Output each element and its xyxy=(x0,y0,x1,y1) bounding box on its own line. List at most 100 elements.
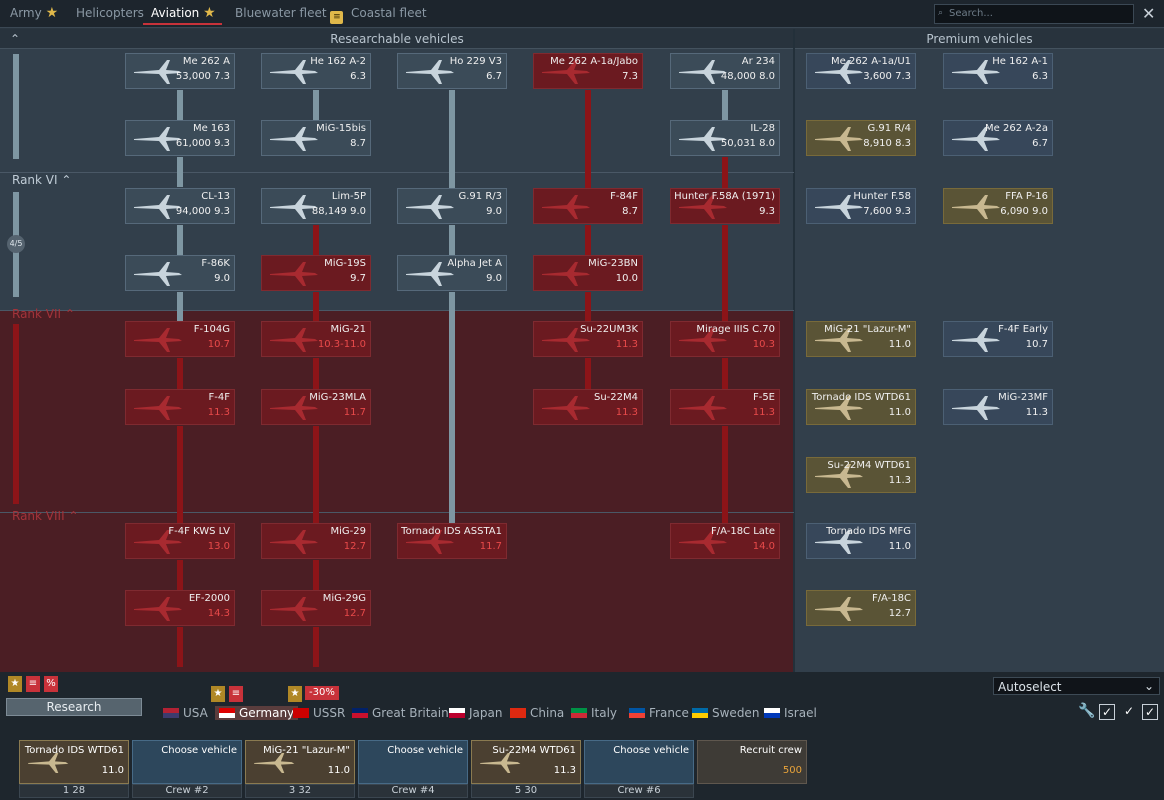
vehicle-card[interactable]: F-4F 11.3 xyxy=(125,389,235,425)
rank-divider xyxy=(0,310,794,311)
vehicle-card[interactable]: Hunter F.58 7,600 9.3 xyxy=(806,188,916,224)
search-input[interactable]: ⌕ Search... xyxy=(934,4,1134,24)
vehicle-card[interactable]: Alpha Jet A 9.0 xyxy=(397,255,507,291)
crew-slot[interactable]: Tornado IDS WTD61 11.0 xyxy=(19,740,129,784)
vehicle-card[interactable]: MiG-23MLA 11.7 xyxy=(261,389,371,425)
vehicle-name: MiG-29 xyxy=(330,526,367,537)
aircraft-icon xyxy=(679,396,727,420)
vehicle-card[interactable]: F-4F KWS LV 13.0 xyxy=(125,523,235,559)
vehicle-card[interactable]: Su-22M4 WTD61 11.3 xyxy=(806,457,916,493)
vehicle-name: F-4F Early xyxy=(998,324,1048,335)
recruit-crew-slot[interactable]: Recruit crew 500 xyxy=(697,740,807,784)
rank-progress-rail: 4/5 xyxy=(7,29,25,672)
vehicle-card[interactable]: Me 262 A 53,000 7.3 xyxy=(125,53,235,89)
vehicle-card[interactable]: F-84F 8.7 xyxy=(533,188,643,224)
vehicle-card[interactable]: Hunter F.58A (1971) 9.3 xyxy=(670,188,780,224)
aircraft-icon xyxy=(542,195,590,219)
vehicle-card[interactable]: F-4F Early 10.7 xyxy=(943,321,1053,357)
vehicle-card[interactable]: Tornado IDS ASSTA1 11.7 xyxy=(397,523,507,559)
research-button[interactable]: Research xyxy=(6,698,142,716)
autoselect-dropdown[interactable]: Autoselect ⌄ xyxy=(993,677,1160,695)
discount-badge: -30% xyxy=(305,686,339,700)
vehicle-card[interactable]: Me 262 A-2a 6.7 xyxy=(943,120,1053,156)
nation-tab-germany[interactable]: Germany xyxy=(215,706,299,720)
aircraft-icon xyxy=(406,60,454,84)
vehicle-stat: 11.7 xyxy=(343,407,366,418)
vehicle-card[interactable]: EF-2000 14.3 xyxy=(125,590,235,626)
vehicle-card[interactable]: F-104G 10.7 xyxy=(125,321,235,357)
tab-bluewater-fleet[interactable]: Bluewater fleet ≡ xyxy=(235,5,344,25)
crew-slot[interactable]: Choose vehicle xyxy=(584,740,694,784)
vehicle-card[interactable]: Mirage IIIS C.70 10.3 xyxy=(670,321,780,357)
vehicle-card[interactable]: MiG-19S 9.7 xyxy=(261,255,371,291)
nation-tab-great-britain[interactable]: Great Britain xyxy=(352,706,449,720)
tab-aviation[interactable]: Aviation ★ xyxy=(143,5,222,25)
vehicle-card[interactable]: FFA P-16 6,090 9.0 xyxy=(943,188,1053,224)
tab-bluewater-label: Bluewater fleet xyxy=(235,6,327,20)
nation-tab-usa[interactable]: USA xyxy=(163,706,208,720)
nation-tab-sweden[interactable]: Sweden xyxy=(692,706,759,720)
close-icon[interactable]: ✕ xyxy=(1142,4,1155,23)
vehicle-card[interactable]: Tornado IDS MFG 11.0 xyxy=(806,523,916,559)
crew-slot[interactable]: Choose vehicle xyxy=(132,740,242,784)
vehicle-stat: 50,031 8.0 xyxy=(720,138,775,149)
vehicle-stat: 6.3 xyxy=(1032,71,1048,82)
vehicle-card[interactable]: F/A-18C 12.7 xyxy=(806,590,916,626)
double-check-icon[interactable]: ✓ xyxy=(1121,704,1137,720)
vehicle-name: Ho 229 V3 xyxy=(449,56,502,67)
nation-tab-france[interactable]: France xyxy=(629,706,689,720)
vehicle-card[interactable]: He 162 A-1 6.3 xyxy=(943,53,1053,89)
vehicle-card[interactable]: MiG-29G 12.7 xyxy=(261,590,371,626)
vehicle-card[interactable]: Me 262 A-1a/U1 3,600 7.3 xyxy=(806,53,916,89)
wrench-icon[interactable]: 🔧 xyxy=(1078,704,1095,720)
premium-header: Premium vehicles xyxy=(795,29,1164,49)
vehicle-card[interactable]: IL-28 50,031 8.0 xyxy=(670,120,780,156)
vehicle-name: He 162 A-2 xyxy=(310,56,366,67)
tree-link xyxy=(722,157,728,188)
nation-tab-ussr[interactable]: USSR xyxy=(293,706,345,720)
crew-slot[interactable]: Choose vehicle xyxy=(358,740,468,784)
vehicle-card[interactable]: F-86K 9.0 xyxy=(125,255,235,291)
aircraft-icon xyxy=(134,262,182,286)
vehicle-card[interactable]: G.91 R/3 9.0 xyxy=(397,188,507,224)
flag-icon xyxy=(692,708,708,718)
tab-coastal-fleet[interactable]: Coastal fleet xyxy=(351,5,427,25)
vehicle-card[interactable]: MiG-23BN 10.0 xyxy=(533,255,643,291)
vehicle-card[interactable]: MiG-21 "Lazur-M" 11.0 xyxy=(806,321,916,357)
tab-helicopters[interactable]: Helicopters xyxy=(76,5,144,25)
vehicle-card[interactable]: He 162 A-2 6.3 xyxy=(261,53,371,89)
vehicle-card[interactable]: Ho 229 V3 6.7 xyxy=(397,53,507,89)
vehicle-card[interactable]: Ar 234 48,000 8.0 xyxy=(670,53,780,89)
tab-army[interactable]: Army ★ xyxy=(10,5,58,25)
vehicle-card[interactable]: Su-22M4 11.3 xyxy=(533,389,643,425)
vehicle-card[interactable]: F/A-18C Late 14.0 xyxy=(670,523,780,559)
vehicle-card[interactable]: MiG-29 12.7 xyxy=(261,523,371,559)
nation-tab-japan[interactable]: Japan xyxy=(449,706,502,720)
crew-slot[interactable]: MiG-21 "Lazur-M" 11.0 xyxy=(245,740,355,784)
vehicle-card[interactable]: MiG-21 10.3-11.0 xyxy=(261,321,371,357)
vehicle-stat: 11.0 xyxy=(888,339,911,350)
nation-tab-israel[interactable]: Israel xyxy=(764,706,817,720)
vehicle-card[interactable]: Me 262 A-1a/Jabo 7.3 xyxy=(533,53,643,89)
crew-slot[interactable]: Su-22M4 WTD61 11.3 xyxy=(471,740,581,784)
flag-icon xyxy=(219,708,235,718)
nation-tab-italy[interactable]: Italy xyxy=(571,706,617,720)
vehicle-name: G.91 R/3 xyxy=(458,191,502,202)
vehicle-card[interactable]: MiG-15bis 8.7 xyxy=(261,120,371,156)
vehicle-card[interactable]: Tornado IDS WTD61 11.0 xyxy=(806,389,916,425)
vehicle-card[interactable]: Su-22UM3K 11.3 xyxy=(533,321,643,357)
tree-link xyxy=(722,426,728,523)
vehicle-name: F-84F xyxy=(610,191,638,202)
crew-slot-name: Choose vehicle xyxy=(613,745,689,756)
aircraft-icon xyxy=(542,396,590,420)
vehicle-name: F-86K xyxy=(201,258,230,269)
check-icon[interactable]: ✓ xyxy=(1099,704,1115,720)
vehicle-card[interactable]: CL-13 94,000 9.3 xyxy=(125,188,235,224)
vehicle-card[interactable]: Me 163 61,000 9.3 xyxy=(125,120,235,156)
check-icon[interactable]: ✓ xyxy=(1142,704,1158,720)
vehicle-card[interactable]: Lim-5P 88,149 9.0 xyxy=(261,188,371,224)
vehicle-card[interactable]: MiG-23MF 11.3 xyxy=(943,389,1053,425)
vehicle-card[interactable]: G.91 R/4 8,910 8.3 xyxy=(806,120,916,156)
nation-tab-china[interactable]: China xyxy=(510,706,564,720)
vehicle-card[interactable]: F-5E 11.3 xyxy=(670,389,780,425)
